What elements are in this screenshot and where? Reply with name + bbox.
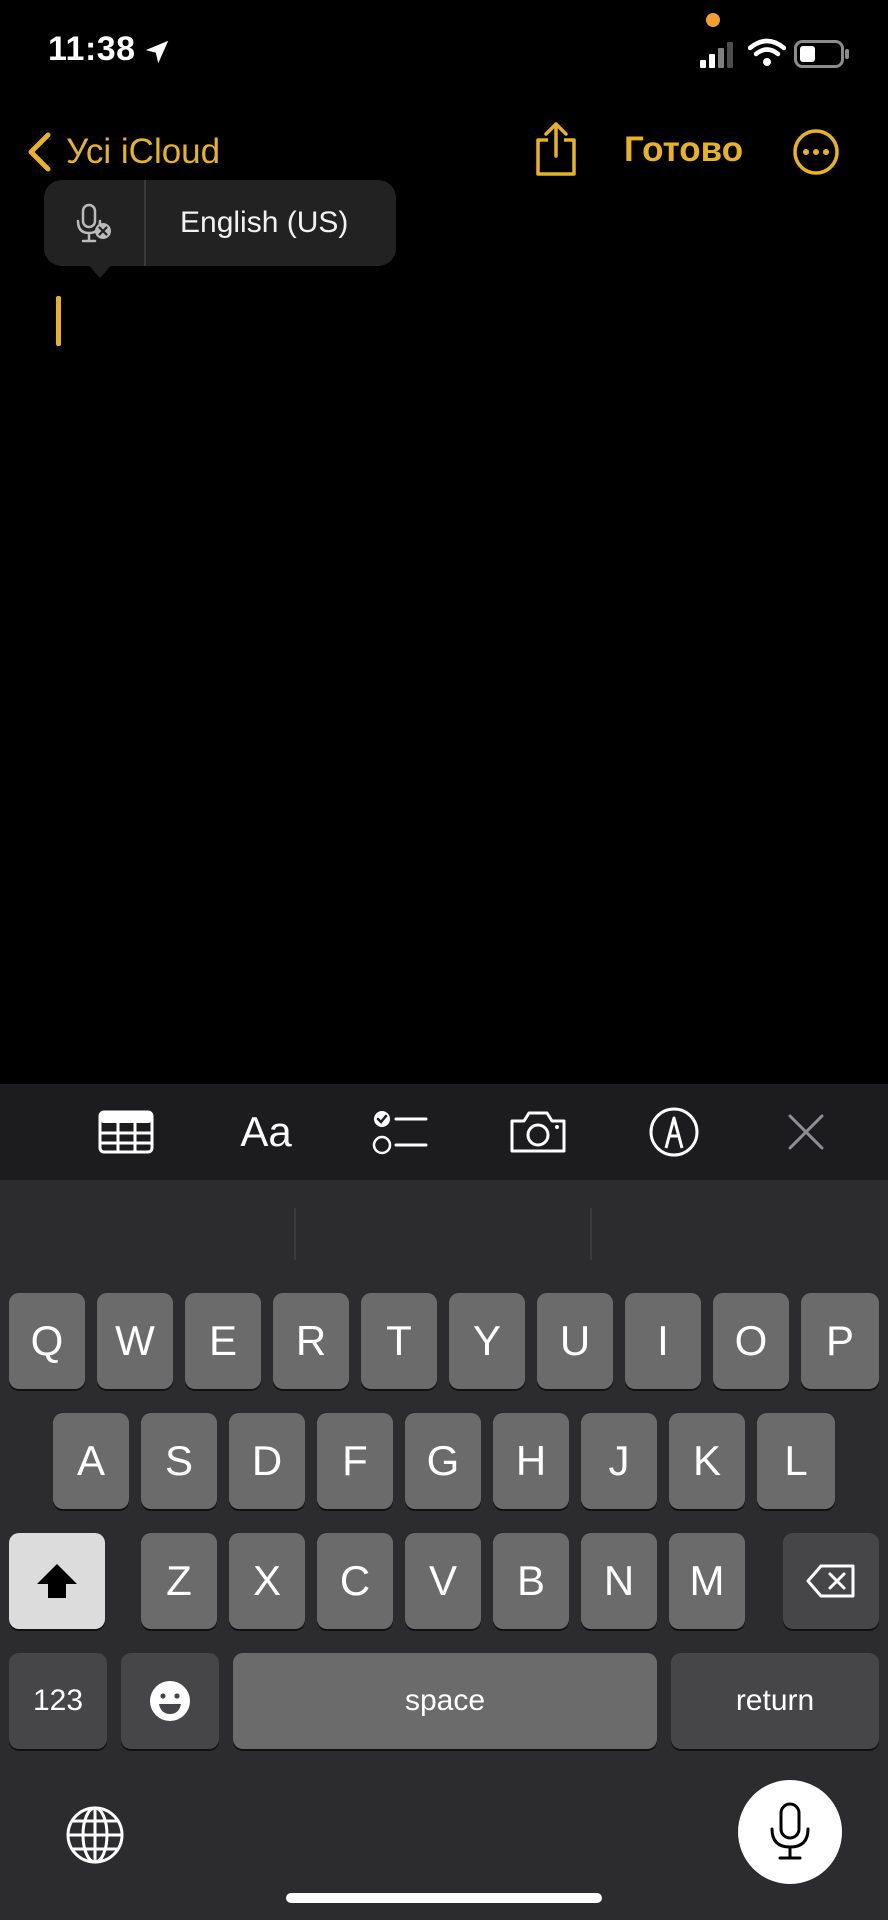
emoji-icon [150, 1681, 190, 1721]
key-i[interactable]: I [625, 1293, 701, 1389]
more-icon[interactable] [792, 128, 840, 176]
note-body[interactable] [0, 280, 888, 1080]
key-j[interactable]: J [581, 1413, 657, 1509]
stop-dictation-button[interactable] [44, 180, 146, 266]
delete-key[interactable] [783, 1533, 879, 1629]
shift-icon [37, 1564, 77, 1598]
close-icon [788, 1114, 824, 1150]
key-r[interactable]: R [273, 1293, 349, 1389]
key-s[interactable]: S [141, 1413, 217, 1509]
globe-icon [66, 1806, 124, 1864]
keyboard: Q W E R T Y U I O P A S D F G H J K L Z … [0, 1180, 888, 1920]
table-icon [98, 1110, 154, 1154]
mic-icon [770, 1802, 810, 1860]
key-n[interactable]: N [581, 1533, 657, 1629]
key-h[interactable]: H [493, 1413, 569, 1509]
chevron-left-icon [28, 132, 51, 172]
done-button[interactable]: Готово [624, 130, 743, 170]
key-x[interactable]: X [229, 1533, 305, 1629]
close-toolbar-button[interactable] [784, 1104, 828, 1160]
key-k[interactable]: K [669, 1413, 745, 1509]
key-e[interactable]: E [185, 1293, 261, 1389]
dictation-button[interactable] [738, 1780, 842, 1884]
share-icon[interactable] [532, 120, 580, 178]
text-format-icon: Aa [240, 1108, 292, 1155]
key-q[interactable]: Q [9, 1293, 85, 1389]
key-c[interactable]: C [317, 1533, 393, 1629]
key-a[interactable]: A [53, 1413, 129, 1509]
mic-off-icon [76, 203, 111, 243]
suggestion-divider [590, 1208, 592, 1260]
key-g[interactable]: G [405, 1413, 481, 1509]
key-b[interactable]: B [493, 1533, 569, 1629]
suggestion-divider [294, 1208, 296, 1260]
dictation-popover: English (US) [44, 180, 396, 266]
key-u[interactable]: U [537, 1293, 613, 1389]
key-f[interactable]: F [317, 1413, 393, 1509]
table-button[interactable] [96, 1104, 156, 1160]
checklist-icon [372, 1111, 428, 1155]
home-indicator [286, 1893, 602, 1903]
key-d[interactable]: D [229, 1413, 305, 1509]
key-v[interactable]: V [405, 1533, 481, 1629]
camera-icon [510, 1111, 566, 1153]
markup-button[interactable] [648, 1104, 700, 1160]
return-key[interactable]: return [671, 1653, 879, 1749]
markup-icon [649, 1107, 699, 1157]
back-button[interactable]: Усі iCloud [26, 128, 220, 176]
key-o[interactable]: O [713, 1293, 789, 1389]
location-arrow-icon [145, 40, 169, 64]
key-l[interactable]: L [757, 1413, 835, 1509]
recording-indicator [706, 13, 720, 27]
numbers-key[interactable]: 123 [9, 1653, 107, 1749]
camera-button[interactable] [508, 1104, 568, 1160]
key-w[interactable]: W [97, 1293, 173, 1389]
battery-icon [794, 40, 849, 68]
popover-arrow [86, 262, 114, 278]
delete-icon [806, 1564, 855, 1598]
key-y[interactable]: Y [449, 1293, 525, 1389]
space-key[interactable]: space [233, 1653, 657, 1749]
key-z[interactable]: Z [141, 1533, 217, 1629]
status-time: 11:38 [48, 30, 136, 68]
back-label: Усі iCloud [66, 132, 221, 171]
key-m[interactable]: M [669, 1533, 745, 1629]
emoji-key[interactable] [121, 1653, 219, 1749]
globe-button[interactable] [64, 1804, 126, 1866]
dictation-language[interactable]: English (US) [146, 206, 348, 240]
format-toolbar: Aa [0, 1084, 888, 1180]
text-format-button[interactable]: Aa [234, 1104, 298, 1160]
shift-key[interactable] [9, 1533, 105, 1629]
signal-icon [700, 42, 733, 68]
wifi-icon [748, 38, 786, 66]
key-t[interactable]: T [361, 1293, 437, 1389]
key-p[interactable]: P [801, 1293, 879, 1389]
checklist-button[interactable] [372, 1104, 428, 1160]
